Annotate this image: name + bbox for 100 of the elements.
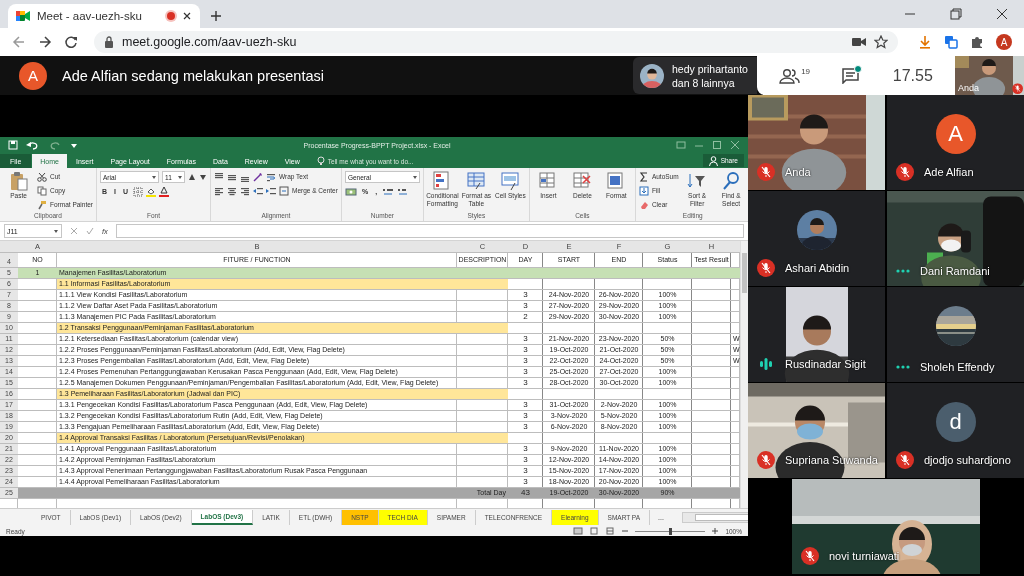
delete-cells-icon (572, 171, 593, 191)
browser-tab[interactable]: Meet - aav-uezh-sku (8, 4, 200, 28)
wrap-icon (266, 171, 276, 182)
caret-icon (411, 174, 418, 180)
chat-icon (842, 67, 861, 84)
increase-indent-icon (266, 185, 276, 196)
table-cell-text: 3 (522, 400, 529, 410)
forward-icon[interactable] (38, 35, 52, 49)
normal-view-icon[interactable] (573, 527, 584, 535)
table-cell-text: 3 (522, 345, 529, 355)
triangle-up-icon (188, 173, 196, 181)
close-icon[interactable] (996, 8, 1008, 20)
download-icon[interactable] (918, 35, 932, 49)
avatar: A (935, 113, 976, 154)
sum-icon (638, 171, 649, 182)
table-cell-text: 3 (522, 422, 529, 432)
table-icon (466, 171, 487, 191)
redo-icon[interactable] (48, 140, 62, 150)
table-cell-text: 3 (522, 290, 529, 300)
table-cell-text: 43 (520, 488, 531, 498)
lock-icon (104, 36, 114, 48)
borders-icon (133, 186, 144, 197)
star-icon[interactable] (874, 35, 888, 49)
check-icon[interactable] (86, 227, 94, 235)
avatar: d (935, 401, 976, 442)
decrease-decimal-icon (397, 186, 410, 197)
table-cell-text: 3 (522, 367, 529, 377)
undo-icon[interactable] (26, 140, 40, 150)
participant-name: Sholeh Effendy (920, 361, 995, 373)
formula-field[interactable] (115, 224, 744, 238)
presenter-avatar: A (19, 61, 47, 90)
participant-name: Ade Alfian (924, 166, 974, 178)
camera-icon[interactable] (852, 36, 866, 48)
meeting-time: 17.55 (892, 66, 933, 85)
restore-icon[interactable] (950, 8, 962, 20)
plus-icon[interactable] (711, 527, 720, 535)
fill-bucket-icon (146, 186, 157, 197)
participant-name: Anda (785, 166, 811, 178)
brush-icon (37, 199, 47, 210)
others-count: dan 8 lainnya (672, 75, 736, 90)
caret-icon (151, 174, 157, 180)
participant-name: Anda (958, 83, 980, 93)
table-cell-text: 3 (522, 455, 529, 465)
eraser-icon (638, 199, 649, 210)
increase-decimal-icon (382, 186, 395, 197)
reload-icon[interactable] (64, 35, 78, 49)
extension-icon[interactable] (944, 35, 958, 49)
triangle-down-icon (199, 173, 207, 181)
participant-name: Ashari Abidin (785, 262, 850, 274)
fill-down-icon (638, 185, 649, 196)
clipboard-icon (9, 171, 28, 191)
participant-name: djodjo suhardjono (924, 454, 1011, 466)
chat-button[interactable] (842, 67, 861, 84)
table-cell-text: 3 (522, 334, 529, 344)
address-bar[interactable]: meet.google.com/aav-uezh-sku (94, 31, 898, 53)
table-cell-text: 3 (522, 466, 529, 476)
back-icon[interactable] (12, 35, 26, 49)
scissors-icon (37, 171, 47, 182)
ribbon-options-icon[interactable] (676, 140, 686, 150)
merge-icon (279, 185, 289, 196)
table-cell-text: 3 (522, 444, 529, 454)
table-cell-text: 3 (522, 411, 529, 421)
video-camera-icon (16, 10, 30, 22)
search-icon (721, 171, 742, 191)
page-layout-icon[interactable] (589, 527, 600, 535)
decrease-indent-icon (253, 185, 263, 196)
banknote-icon (344, 186, 357, 197)
caret-icon[interactable] (70, 141, 78, 149)
table-cell-text: 3 (522, 477, 529, 487)
table-cell-text: 3 (522, 378, 529, 388)
cancel-icon[interactable] (70, 227, 78, 235)
align-center-icon (227, 185, 237, 196)
zoom-slider-thumb[interactable] (668, 527, 672, 535)
url-text: meet.google.com/aav-uezh-sku (122, 35, 297, 49)
lightbulb-icon (316, 156, 325, 166)
table-cell-text: 3 (522, 356, 529, 366)
vertical-scrollbar[interactable] (740, 241, 748, 508)
participant-name: Dani Ramdani (920, 265, 990, 277)
save-icon[interactable] (8, 140, 18, 150)
participants-preview[interactable]: hedy prihartanto dan 8 lainnya (633, 57, 757, 94)
maximize-icon[interactable] (712, 140, 722, 150)
profile-avatar[interactable]: A (996, 34, 1012, 50)
align-left-icon (214, 185, 224, 196)
presentation-notice: Ade Alfian sedang melakukan presentasi (62, 67, 324, 84)
close-icon[interactable] (182, 11, 192, 21)
caret-icon (177, 174, 183, 180)
font-color-icon (159, 186, 170, 197)
people-icon (779, 67, 802, 84)
plus-icon[interactable] (210, 10, 222, 22)
align-right-icon (240, 185, 250, 196)
page-break-icon[interactable] (605, 527, 616, 535)
copy-icon (37, 185, 47, 196)
orientation-icon (253, 171, 263, 182)
caret-icon (53, 228, 59, 234)
puzzle-icon[interactable] (970, 35, 984, 49)
people-button[interactable]: 19 (779, 67, 811, 84)
minus-icon[interactable] (621, 527, 630, 535)
participant-name: hedy prihartanto (672, 61, 748, 76)
person-icon (708, 155, 718, 166)
participant-name: Rusdinadar Sigit (785, 358, 866, 370)
